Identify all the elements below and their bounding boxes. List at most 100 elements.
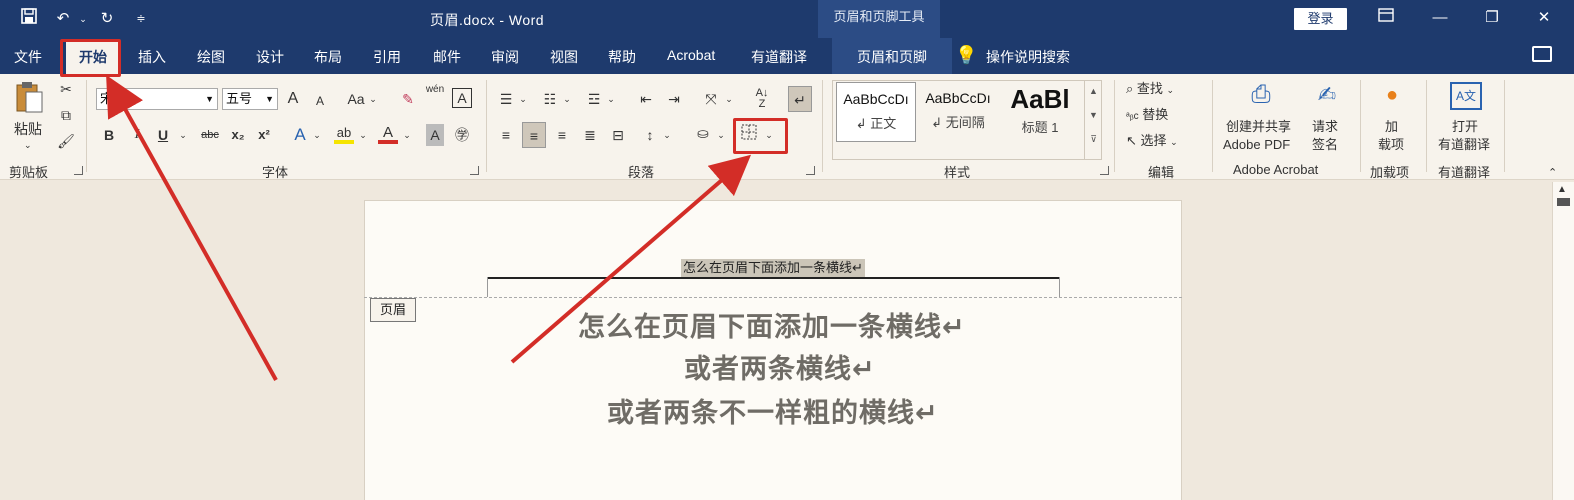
- close-icon[interactable]: ✕: [1530, 6, 1558, 30]
- numbering-icon[interactable]: ☷: [540, 88, 560, 110]
- highlighter-icon[interactable]: ab: [334, 122, 354, 144]
- chevron-down-icon[interactable]: ⌄: [358, 124, 368, 146]
- scroll-up-icon[interactable]: ▲: [1085, 86, 1102, 96]
- create-pdf-line2[interactable]: Adobe PDF: [1223, 136, 1290, 154]
- change-case-button[interactable]: Aa: [344, 88, 368, 110]
- shrink-font-button[interactable]: A: [312, 90, 328, 112]
- chevron-down-icon[interactable]: ⌄: [368, 88, 378, 110]
- style-no-spacing[interactable]: AaBbCcDı ↲ 无间隔: [918, 82, 998, 142]
- format-painter-icon[interactable]: 🖌: [56, 130, 76, 152]
- minimize-icon[interactable]: —: [1426, 6, 1454, 30]
- login-button[interactable]: 登录: [1294, 8, 1347, 30]
- restore-icon[interactable]: ❐: [1478, 6, 1506, 30]
- addins-line2[interactable]: 载项: [1378, 136, 1404, 154]
- header-text[interactable]: 怎么在页眉下面添加一条横线↵: [681, 259, 865, 277]
- styles-launcher-icon[interactable]: [1100, 166, 1109, 175]
- tab-design[interactable]: 设计: [256, 47, 284, 67]
- tell-me-search[interactable]: 操作说明搜索: [986, 47, 1070, 67]
- superscript-button[interactable]: x²: [254, 124, 274, 146]
- font-name-select[interactable]: 宋体 ▼: [96, 88, 218, 110]
- vertical-scrollbar[interactable]: ▲: [1552, 182, 1574, 500]
- select-button[interactable]: ↖ 选择 ⌄: [1126, 132, 1178, 151]
- comments-icon[interactable]: [1532, 46, 1552, 62]
- tab-help[interactable]: 帮助: [608, 47, 636, 67]
- copy-icon[interactable]: ⧉: [56, 104, 76, 126]
- scroll-up-icon[interactable]: ▲: [1557, 184, 1567, 195]
- clear-formatting-icon[interactable]: ✎: [398, 88, 418, 110]
- body-line-1[interactable]: 怎么在页眉下面添加一条横线↵: [578, 305, 966, 344]
- tab-file[interactable]: 文件: [14, 47, 42, 67]
- youdao-line2[interactable]: 有道翻译: [1438, 136, 1490, 154]
- paste-dropdown-icon[interactable]: ⌄: [24, 136, 32, 154]
- tab-references[interactable]: 引用: [373, 47, 401, 67]
- text-effects-icon[interactable]: A: [290, 124, 310, 146]
- grow-font-button[interactable]: A: [284, 88, 302, 110]
- font-launcher-icon[interactable]: [470, 166, 479, 175]
- collapse-ribbon-icon[interactable]: ⌃: [1548, 164, 1557, 182]
- phonetic-guide-button[interactable]: wén: [425, 84, 445, 106]
- style-normal[interactable]: AaBbCcDı ↲ 正文: [836, 82, 916, 142]
- sort-icon[interactable]: A↓ Z: [752, 88, 772, 110]
- youdao-translate-icon[interactable]: A文: [1450, 82, 1482, 110]
- request-signature-line2[interactable]: 签名: [1312, 136, 1338, 154]
- find-button[interactable]: ⌕ 查找 ⌄: [1126, 80, 1174, 99]
- tab-acrobat[interactable]: Acrobat: [667, 47, 715, 63]
- chevron-down-icon[interactable]: ⌄: [518, 88, 528, 110]
- more-styles-icon[interactable]: ⊽: [1085, 134, 1102, 145]
- paste-icon[interactable]: [12, 80, 48, 114]
- save-icon[interactable]: [18, 8, 40, 30]
- underline-button[interactable]: U: [154, 124, 172, 146]
- request-signature-line1[interactable]: 请求: [1312, 118, 1338, 136]
- tab-insert[interactable]: 插入: [138, 47, 166, 67]
- request-signature-icon[interactable]: ✍: [1310, 80, 1344, 110]
- enclose-characters-icon[interactable]: ㊫: [452, 124, 472, 146]
- create-pdf-line1[interactable]: 创建并共享: [1226, 118, 1291, 136]
- align-left-icon[interactable]: ≡: [496, 124, 516, 146]
- distributed-icon[interactable]: ⊟: [608, 124, 628, 146]
- style-heading-1[interactable]: AaBl 标题 1: [1000, 82, 1080, 142]
- font-color-icon[interactable]: A: [378, 122, 398, 144]
- strikethrough-button[interactable]: abc: [198, 124, 222, 146]
- line-spacing-icon[interactable]: ↕: [640, 124, 660, 146]
- scroll-thumb[interactable]: [1557, 198, 1570, 206]
- body-line-2[interactable]: 或者两条横线↵: [684, 347, 876, 386]
- scroll-down-icon[interactable]: ▼: [1085, 110, 1102, 120]
- chevron-down-icon[interactable]: ⌄: [402, 124, 412, 146]
- bold-button[interactable]: B: [100, 124, 118, 146]
- chinese-layout-icon[interactable]: ⤧: [700, 88, 722, 110]
- clipboard-launcher-icon[interactable]: [74, 166, 83, 175]
- ribbon-display-options-icon[interactable]: [1372, 6, 1400, 30]
- tab-youdao[interactable]: 有道翻译: [751, 47, 807, 67]
- bullets-icon[interactable]: ☰: [496, 88, 516, 110]
- youdao-line1[interactable]: 打开: [1452, 118, 1478, 136]
- chevron-down-icon[interactable]: ⌄: [662, 124, 672, 146]
- chevron-down-icon[interactable]: ⌄: [178, 124, 188, 146]
- customize-qat-icon[interactable]: ≑: [130, 8, 152, 30]
- styles-scroll[interactable]: ▲ ▼ ⊽: [1084, 80, 1102, 160]
- shading-icon[interactable]: ⛀: [692, 122, 714, 144]
- chevron-down-icon[interactable]: ⌄: [716, 124, 726, 146]
- align-center-icon[interactable]: ≡: [522, 122, 546, 148]
- undo-icon[interactable]: ↶: [52, 8, 74, 30]
- tab-review[interactable]: 审阅: [491, 47, 519, 67]
- chevron-down-icon[interactable]: ⌄: [606, 88, 616, 110]
- tab-mailings[interactable]: 邮件: [433, 47, 461, 67]
- chevron-down-icon[interactable]: ⌄: [312, 124, 322, 146]
- replace-button[interactable]: ᵃᵦc 替换: [1126, 106, 1168, 126]
- align-right-icon[interactable]: ≡: [552, 124, 572, 146]
- font-size-select[interactable]: 五号 ▼: [222, 88, 278, 110]
- show-formatting-marks-icon[interactable]: ↵: [788, 86, 812, 112]
- tab-view[interactable]: 视图: [550, 47, 578, 67]
- undo-dropdown-icon[interactable]: ⌄: [72, 8, 94, 30]
- character-shading-icon[interactable]: A: [426, 124, 444, 146]
- character-border-button[interactable]: A: [452, 88, 472, 108]
- italic-button[interactable]: I: [128, 124, 146, 146]
- multilevel-list-icon[interactable]: ☲: [584, 88, 604, 110]
- increase-indent-icon[interactable]: ⇥: [664, 88, 684, 110]
- tab-header-footer[interactable]: 页眉和页脚: [832, 38, 952, 74]
- chevron-down-icon[interactable]: ⌄: [724, 88, 734, 110]
- tab-layout[interactable]: 布局: [314, 47, 342, 67]
- create-pdf-icon[interactable]: ⎙: [1246, 80, 1276, 110]
- body-line-3[interactable]: 或者两条不一样粗的横线↵: [607, 391, 939, 430]
- redo-icon[interactable]: ↻: [96, 8, 118, 30]
